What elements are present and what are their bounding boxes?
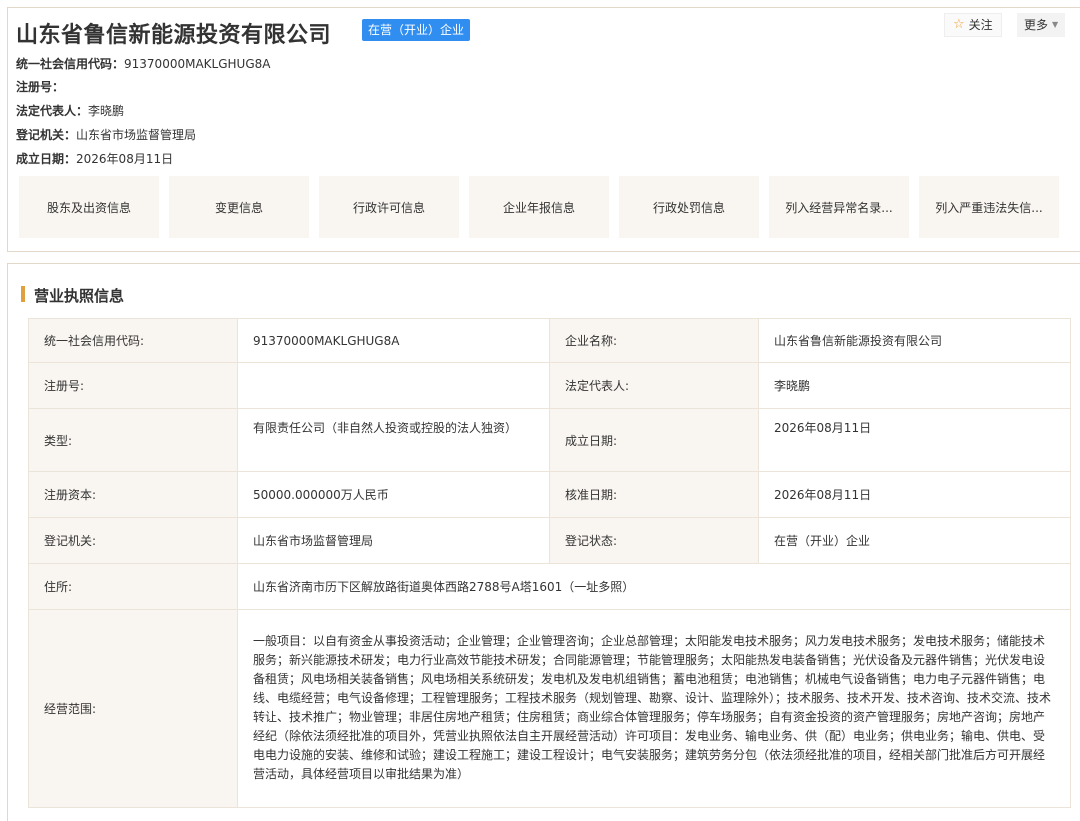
meta-legal-rep-label: 法定代表人： <box>16 104 89 118</box>
reg-no-value <box>237 362 550 409</box>
company-name: 山东省鲁信新能源投资有限公司 <box>16 23 332 48</box>
credit-code-label: 统一社会信用代码: <box>28 318 238 363</box>
table-row: 注册资本: 50000.000000万人民币 核准日期: 2026年08月11日 <box>28 471 1071 518</box>
tab-annual-reports[interactable]: 企业年报信息 <box>469 176 609 238</box>
meta-found-date-label: 成立日期： <box>16 152 77 166</box>
tab-penalties[interactable]: 行政处罚信息 <box>619 176 759 238</box>
meta-legal-rep-value: 李晓鹏 <box>88 104 125 118</box>
found-date-value: 2026年08月11日 <box>758 408 1071 472</box>
triangle-down-icon: ▼ <box>1052 20 1059 29</box>
authority-label: 登记机关: <box>28 517 238 564</box>
meta-credit-code-value: 91370000MAKLGHUG8A <box>124 57 271 71</box>
star-outline-icon: ☆ <box>953 17 965 32</box>
legal-rep-label: 法定代表人: <box>549 362 759 409</box>
license-info-table: 统一社会信用代码: 91370000MAKLGHUG8A 企业名称: 山东省鲁信… <box>28 318 1071 808</box>
company-name-label: 企业名称: <box>549 318 759 363</box>
meta-authority-value: 山东省市场监督管理局 <box>76 128 197 142</box>
section-title: 营业执照信息 <box>34 287 125 305</box>
approval-date-label: 核准日期: <box>549 471 759 518</box>
address-label: 住所: <box>28 563 238 610</box>
meta-legal-rep: 法定代表人：李晓鹏 <box>16 102 124 119</box>
table-row: 经营范围: 一般项目：以自有资金从事投资活动；企业管理；企业管理咨询；企业总部管… <box>28 609 1071 808</box>
meta-authority: 登记机关：山东省市场监督管理局 <box>16 126 196 143</box>
meta-authority-label: 登记机关： <box>16 128 77 142</box>
capital-label: 注册资本: <box>28 471 238 518</box>
info-tabs: 股东及出资信息 变更信息 行政许可信息 企业年报信息 行政处罚信息 列入经营异常… <box>19 176 1059 238</box>
type-value: 有限责任公司（非自然人投资或控股的法人独资） <box>237 408 550 472</box>
follow-button[interactable]: ☆ 关注 <box>944 13 1002 37</box>
more-label: 更多 <box>1024 18 1049 32</box>
table-row: 住所: 山东省济南市历下区解放路街道奥体西路2788号A塔1601（一址多照） <box>28 563 1071 610</box>
more-button[interactable]: 更多 ▼ <box>1017 13 1066 37</box>
scope-value: 一般项目：以自有资金从事投资活动；企业管理；企业管理咨询；企业总部管理；太阳能发… <box>237 609 1071 808</box>
company-name-value: 山东省鲁信新能源投资有限公司 <box>758 318 1071 363</box>
approval-date-value: 2026年08月11日 <box>758 471 1071 518</box>
reg-no-label: 注册号: <box>28 362 238 409</box>
section-accent-bar <box>21 286 25 302</box>
status-badge: 在营（开业）企业 <box>362 19 471 41</box>
address-value: 山东省济南市历下区解放路街道奥体西路2788号A塔1601（一址多照） <box>237 563 1071 610</box>
reg-status-label: 登记状态: <box>549 517 759 564</box>
tab-licenses[interactable]: 行政许可信息 <box>319 176 459 238</box>
type-label: 类型: <box>28 408 238 472</box>
meta-found-date-value: 2026年08月11日 <box>76 152 174 166</box>
capital-value: 50000.000000万人民币 <box>237 471 550 518</box>
table-row: 注册号: 法定代表人: 李晓鹏 <box>28 362 1071 409</box>
follow-label: 关注 <box>968 18 993 32</box>
table-row: 登记机关: 山东省市场监督管理局 登记状态: 在营（开业）企业 <box>28 517 1071 564</box>
tab-changes[interactable]: 变更信息 <box>169 176 309 238</box>
reg-status-value: 在营（开业）企业 <box>758 517 1071 564</box>
table-row: 类型: 有限责任公司（非自然人投资或控股的法人独资） 成立日期: 2026年08… <box>28 408 1071 472</box>
tab-abnormal-list[interactable]: 列入经营异常名录... <box>769 176 909 238</box>
meta-reg-no: 注册号： <box>16 78 64 95</box>
tab-serious-violations[interactable]: 列入严重违法失信... <box>919 176 1059 238</box>
table-row: 统一社会信用代码: 91370000MAKLGHUG8A 企业名称: 山东省鲁信… <box>28 318 1071 363</box>
meta-found-date: 成立日期：2026年08月11日 <box>16 150 173 167</box>
scope-label: 经营范围: <box>28 609 238 808</box>
meta-reg-no-label: 注册号： <box>16 80 65 94</box>
legal-rep-value: 李晓鹏 <box>758 362 1071 409</box>
found-date-label: 成立日期: <box>549 408 759 472</box>
tab-shareholders[interactable]: 股东及出资信息 <box>19 176 159 238</box>
authority-value: 山东省市场监督管理局 <box>237 517 550 564</box>
credit-code-value: 91370000MAKLGHUG8A <box>237 318 550 363</box>
meta-credit-code-label: 统一社会信用代码： <box>16 57 125 71</box>
meta-credit-code: 统一社会信用代码：91370000MAKLGHUG8A <box>16 55 270 72</box>
